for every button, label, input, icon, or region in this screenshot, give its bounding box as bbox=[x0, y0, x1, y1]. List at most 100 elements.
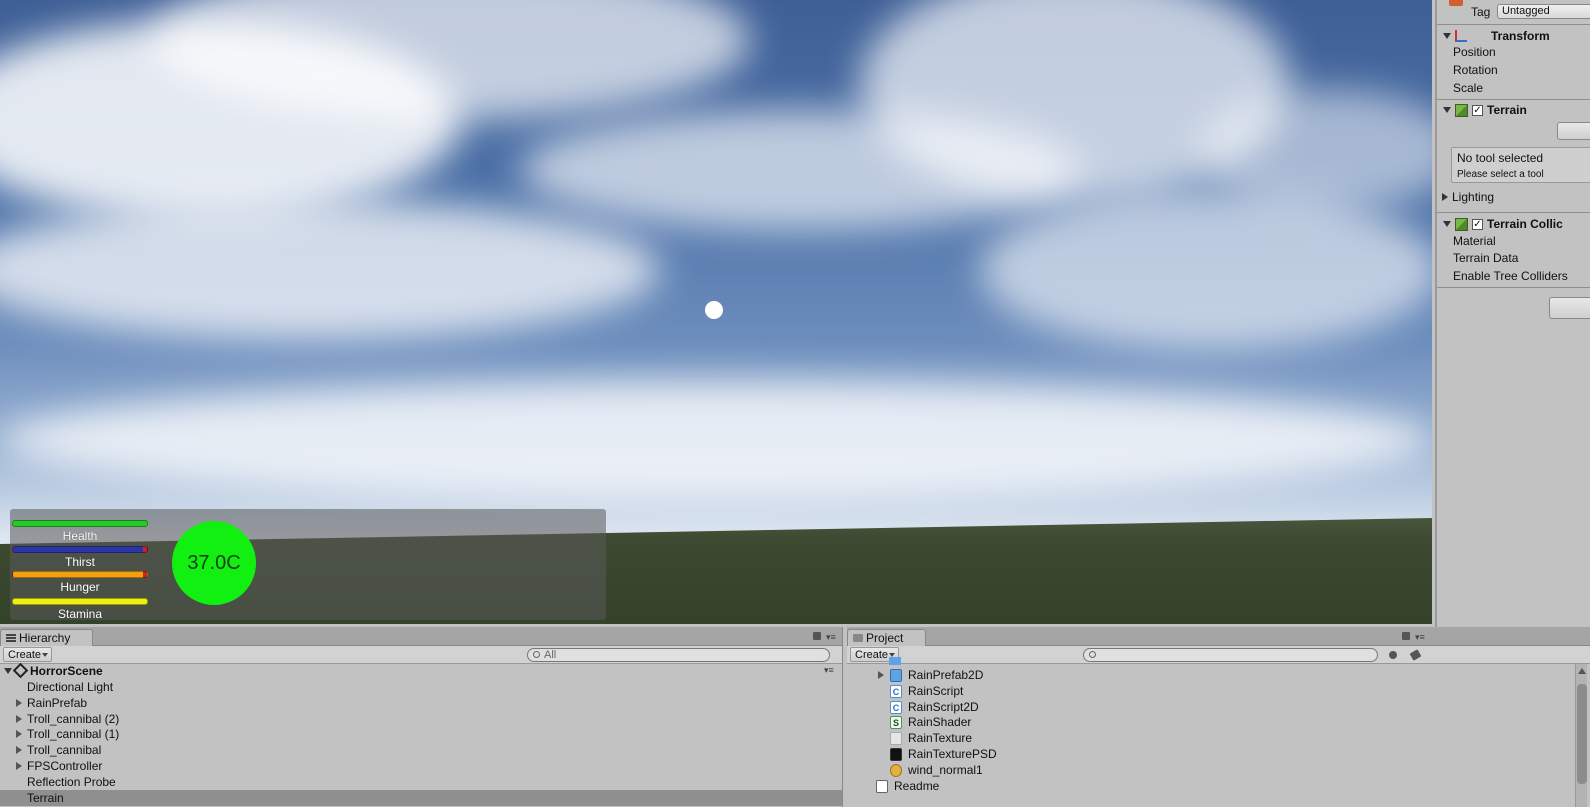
filter-by-label-icon[interactable] bbox=[1409, 648, 1423, 662]
position-label: Position bbox=[1453, 45, 1496, 59]
cloud bbox=[980, 190, 1432, 350]
player-hud: Health Thirst Hunger Stamina 37.0C bbox=[10, 509, 606, 621]
cloud bbox=[0, 380, 1432, 500]
hunger-bar bbox=[12, 571, 148, 578]
expand-arrow-icon[interactable] bbox=[1442, 193, 1448, 201]
expand-arrow-icon[interactable] bbox=[16, 715, 22, 723]
hierarchy-item-label: RainPrefab bbox=[27, 696, 88, 710]
thirst-bar-group: Thirst bbox=[12, 546, 148, 569]
collapse-arrow-icon[interactable] bbox=[1443, 33, 1451, 39]
add-component-button[interactable] bbox=[1549, 297, 1590, 319]
rotation-label: Rotation bbox=[1453, 63, 1498, 77]
lighting-foldout[interactable]: Lighting bbox=[1437, 186, 1590, 208]
project-item-label: Readme bbox=[894, 779, 940, 793]
clipped-item bbox=[889, 657, 901, 665]
psd-texture-icon bbox=[890, 748, 902, 761]
hunger-bar-group: Hunger bbox=[12, 571, 148, 594]
hierarchy-item[interactable]: Troll_cannibal bbox=[0, 742, 842, 758]
project-item-label: RainScript bbox=[908, 684, 964, 698]
transform-icon bbox=[1455, 30, 1467, 42]
enable-tree-colliders-label: Enable Tree Colliders bbox=[1453, 269, 1568, 283]
project-toolbar: Create bbox=[847, 646, 1590, 664]
hierarchy-item[interactable]: Troll_cannibal (1) bbox=[0, 726, 842, 742]
csharp-script-icon: C bbox=[890, 685, 902, 698]
project-tab-label: Project bbox=[866, 631, 904, 645]
project-item-label: RainTexture bbox=[908, 731, 973, 745]
hierarchy-item-label: Troll_cannibal bbox=[27, 743, 102, 757]
panel-menu-icon[interactable]: ▾≡ bbox=[1415, 633, 1425, 642]
scroll-up-icon[interactable] bbox=[1578, 668, 1586, 674]
hierarchy-tabbar: Hierarchy ▾≡ bbox=[0, 627, 842, 646]
health-label: Health bbox=[62, 529, 98, 543]
collapse-arrow-icon[interactable] bbox=[4, 668, 12, 674]
lock-icon[interactable] bbox=[813, 632, 821, 640]
terrain-enabled-checkbox[interactable]: ✓ bbox=[1472, 104, 1483, 116]
hierarchy-item[interactable]: Troll_cannibal (2) bbox=[0, 711, 842, 727]
game-view[interactable]: Health Thirst Hunger Stamina 37.0C bbox=[0, 0, 1432, 624]
thirst-label: Thirst bbox=[65, 555, 95, 569]
health-bar-group: Health bbox=[12, 520, 148, 543]
panel-menu-icon[interactable]: ▾≡ bbox=[826, 633, 836, 642]
stamina-label: Stamina bbox=[57, 607, 103, 621]
collapse-arrow-icon[interactable] bbox=[1443, 107, 1451, 113]
project-panel: Project ▾≡ Create RainPrefab2D C RainScrip… bbox=[847, 627, 1590, 807]
hierarchy-item-label: Terrain bbox=[27, 791, 64, 805]
stamina-bar bbox=[12, 598, 148, 605]
scene-menu-icon[interactable]: ▾≡ bbox=[824, 666, 834, 675]
select-tool-hint: Please select a tool bbox=[1457, 169, 1544, 180]
terrain-collider-header[interactable]: ✓ Terrain Collic bbox=[1437, 213, 1590, 235]
csharp-script-icon: C bbox=[890, 701, 902, 714]
hierarchy-panel: Hierarchy ▾≡ Create All HorrorScene ▾≡ D… bbox=[0, 627, 843, 807]
cloud bbox=[0, 200, 660, 340]
hierarchy-item-label: Directional Light bbox=[27, 680, 114, 694]
lock-icon[interactable] bbox=[1402, 632, 1410, 640]
expand-arrow-icon[interactable] bbox=[16, 762, 22, 770]
terrain-data-label: Terrain Data bbox=[1453, 251, 1519, 265]
expand-arrow-icon[interactable] bbox=[878, 671, 884, 679]
expand-arrow-icon[interactable] bbox=[16, 746, 22, 754]
hierarchy-search-input[interactable]: All bbox=[527, 648, 830, 662]
terrain-component-icon bbox=[1455, 103, 1468, 117]
hierarchy-item[interactable]: Reflection Probe bbox=[0, 774, 842, 790]
search-icon bbox=[533, 651, 540, 658]
transform-title: Transform bbox=[1491, 29, 1550, 43]
scroll-thumb[interactable] bbox=[1577, 684, 1587, 784]
hierarchy-item[interactable]: Terrain bbox=[0, 790, 842, 806]
transform-header[interactable]: Transform bbox=[1437, 25, 1590, 47]
tab-project[interactable]: Project bbox=[847, 629, 927, 646]
scene-row[interactable]: HorrorScene ▾≡ bbox=[0, 662, 842, 679]
expand-arrow-icon[interactable] bbox=[16, 730, 22, 738]
body-temperature-indicator: 37.0C bbox=[172, 521, 256, 605]
tab-hierarchy[interactable]: Hierarchy bbox=[0, 629, 94, 646]
hierarchy-item[interactable]: Directional Light bbox=[0, 679, 842, 695]
collapse-arrow-icon[interactable] bbox=[1443, 221, 1451, 227]
tag-dropdown[interactable]: Untagged bbox=[1497, 4, 1590, 19]
hierarchy-item-label: Troll_cannibal (1) bbox=[27, 727, 120, 741]
project-item-label: RainShader bbox=[908, 715, 972, 729]
prefab-icon bbox=[890, 669, 902, 682]
hierarchy-icon bbox=[6, 634, 16, 642]
unity-editor: Health Thirst Hunger Stamina 37.0C Tag U… bbox=[0, 0, 1590, 807]
scene-name: HorrorScene bbox=[30, 664, 103, 678]
hierarchy-item[interactable]: RainPrefab bbox=[0, 695, 842, 711]
hierarchy-item[interactable]: FPSController bbox=[0, 758, 842, 774]
terrain-tool-info-box: No tool selected Please select a tool bbox=[1451, 147, 1590, 183]
project-scrollbar[interactable] bbox=[1575, 664, 1587, 807]
terrain-tools-toolbar[interactable] bbox=[1557, 122, 1590, 140]
stamina-bar-group: Stamina bbox=[12, 598, 148, 621]
search-placeholder: All bbox=[544, 649, 557, 661]
hunger-label: Hunger bbox=[60, 580, 100, 594]
terrain-header[interactable]: ✓ Terrain bbox=[1437, 99, 1590, 121]
project-item-label: RainTexturePSD bbox=[908, 747, 997, 761]
gameobject-icon bbox=[1449, 0, 1463, 6]
project-tabbar: Project ▾≡ bbox=[847, 627, 1590, 646]
expand-arrow-icon[interactable] bbox=[16, 699, 22, 707]
hierarchy-create-button[interactable]: Create bbox=[3, 647, 53, 662]
filter-by-type-icon[interactable] bbox=[1387, 648, 1401, 662]
terrain-collider-enabled-checkbox[interactable]: ✓ bbox=[1472, 218, 1483, 230]
crosshair bbox=[705, 301, 723, 319]
project-search-input[interactable] bbox=[1083, 648, 1378, 662]
hierarchy-tab-label: Hierarchy bbox=[19, 631, 71, 645]
terrain-title: Terrain bbox=[1487, 103, 1527, 117]
project-item-label: RainPrefab2D bbox=[908, 668, 984, 682]
